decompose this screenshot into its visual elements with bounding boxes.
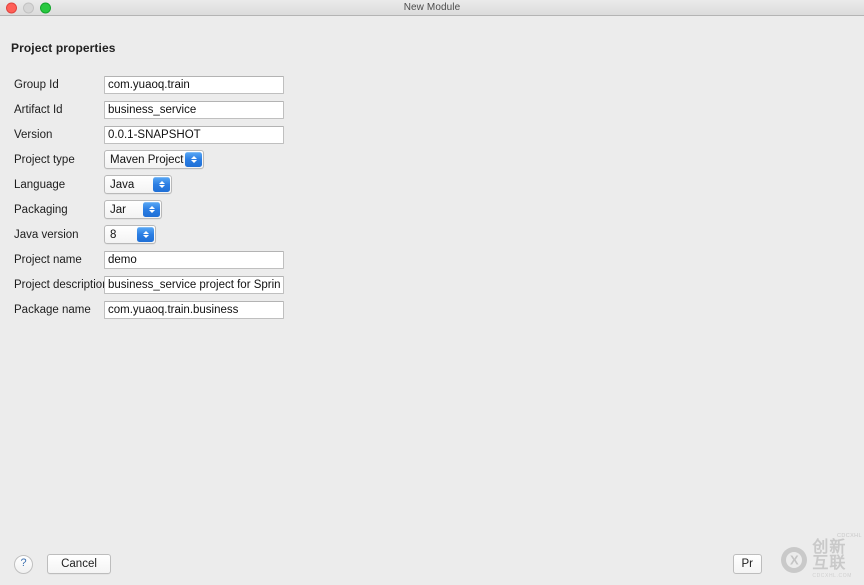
- project-type-value: Maven Project: [110, 153, 184, 166]
- field-project-type-wrap: Maven Project: [104, 150, 204, 169]
- watermark-cn-text: 创新互联: [812, 539, 847, 572]
- cancel-button[interactable]: Cancel: [47, 554, 111, 574]
- form-row-language: Language Java: [0, 172, 864, 197]
- form-row-java-version: Java version 8: [0, 222, 864, 247]
- form-row-project-name: Project name: [0, 247, 864, 272]
- field-language-wrap: Java: [104, 175, 172, 194]
- window-titlebar: New Module: [0, 0, 864, 16]
- field-artifact-id-wrap: [104, 100, 284, 119]
- watermark-logo-icon: X: [781, 546, 808, 573]
- packaging-select[interactable]: Jar: [104, 200, 162, 219]
- language-value: Java: [110, 178, 135, 191]
- dialog-content: Project properties Group Id Artifact Id …: [0, 16, 864, 543]
- dialog-footer: ? Cancel Pr X 创新互联 CDCXHL.COM CDCXHL: [0, 533, 864, 585]
- field-package-name-wrap: [104, 300, 284, 319]
- project-properties-form: Group Id Artifact Id Version: [0, 72, 864, 322]
- form-row-project-type: Project type Maven Project: [0, 147, 864, 172]
- zoom-button[interactable]: [40, 2, 51, 13]
- field-java-version-wrap: 8: [104, 225, 156, 244]
- chevron-updown-icon[interactable]: [143, 202, 160, 217]
- form-row-package-name: Package name: [0, 297, 864, 322]
- watermark-text: 创新互联 CDCXHL.COM: [812, 540, 852, 579]
- chevron-updown-icon[interactable]: [153, 177, 170, 192]
- label-artifact-id: Artifact Id: [14, 103, 63, 116]
- watermark-mark: X: [790, 552, 799, 567]
- form-row-artifact-id: Artifact Id: [0, 97, 864, 122]
- project-description-input[interactable]: [104, 275, 284, 294]
- language-select[interactable]: Java: [104, 175, 172, 194]
- window-title: New Module: [403, 2, 461, 13]
- watermark-en-text: CDCXHL.COM: [812, 573, 852, 579]
- field-project-description-wrap: [104, 275, 284, 294]
- java-version-value: 8: [110, 228, 117, 241]
- chevron-updown-icon[interactable]: [185, 152, 202, 167]
- label-version: Version: [14, 128, 53, 141]
- minimize-button[interactable]: [23, 2, 34, 13]
- form-row-project-description: Project description: [0, 272, 864, 297]
- form-row-packaging: Packaging Jar: [0, 197, 864, 222]
- label-group-id: Group Id: [14, 78, 59, 91]
- label-project-name: Project name: [14, 253, 82, 266]
- form-row-group-id: Group Id: [0, 72, 864, 97]
- help-button[interactable]: ?: [14, 554, 33, 574]
- field-group-id-wrap: [104, 75, 284, 94]
- previous-button[interactable]: Pr: [732, 554, 762, 574]
- page-title: Project properties: [11, 41, 116, 55]
- label-packaging: Packaging: [14, 203, 68, 216]
- project-name-input[interactable]: [104, 250, 284, 269]
- new-module-dialog: New Module Project properties Group Id A…: [0, 0, 864, 585]
- version-input[interactable]: [104, 125, 284, 144]
- chevron-updown-icon[interactable]: [137, 227, 154, 242]
- watermark: X 创新互联 CDCXHL.COM: [781, 540, 852, 579]
- packaging-value: Jar: [110, 203, 126, 216]
- close-button[interactable]: [6, 2, 17, 13]
- label-java-version: Java version: [14, 228, 79, 241]
- field-project-name-wrap: [104, 250, 284, 269]
- group-id-input[interactable]: [104, 75, 284, 94]
- field-packaging-wrap: Jar: [104, 200, 162, 219]
- java-version-select[interactable]: 8: [104, 225, 156, 244]
- form-row-version: Version: [0, 122, 864, 147]
- window-controls: [6, 2, 51, 13]
- label-package-name: Package name: [14, 303, 91, 316]
- artifact-id-input[interactable]: [104, 100, 284, 119]
- project-type-select[interactable]: Maven Project: [104, 150, 204, 169]
- label-project-type: Project type: [14, 153, 75, 166]
- label-project-description: Project description: [14, 278, 109, 291]
- package-name-input[interactable]: [104, 300, 284, 319]
- label-language: Language: [14, 178, 66, 191]
- field-version-wrap: [104, 125, 284, 144]
